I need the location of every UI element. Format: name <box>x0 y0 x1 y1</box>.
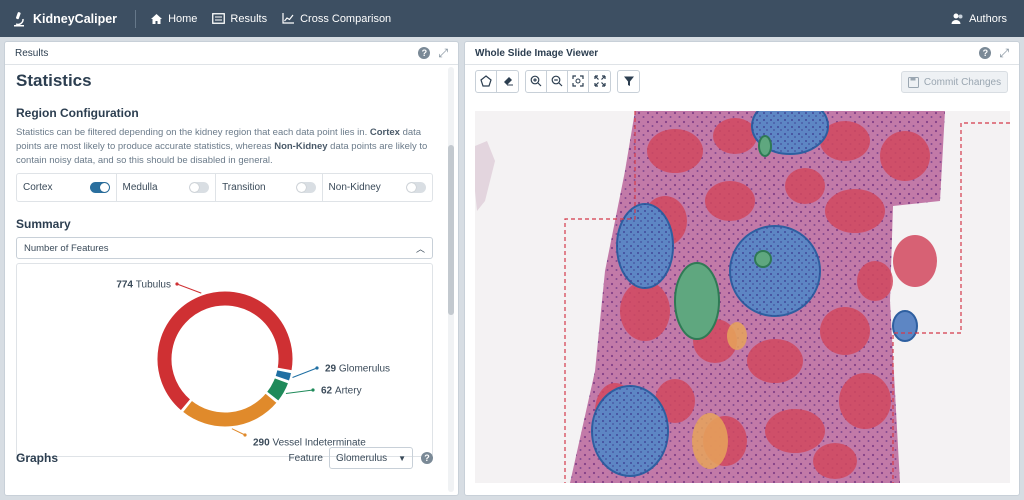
top-navbar: KidneyCaliper Home Results Cross Compari… <box>0 0 1024 37</box>
polygon-tool-button[interactable] <box>476 70 497 92</box>
scrollbar-thumb[interactable] <box>448 145 454 315</box>
zoom-tools <box>525 69 611 93</box>
summary-select-value: Number of Features <box>24 242 109 254</box>
annotation-tools <box>475 69 519 93</box>
results-panel-header: Results ? ⤢ <box>5 42 458 65</box>
region-cortex: Cortex <box>17 174 117 201</box>
graphs-title: Graphs <box>16 451 59 465</box>
page-title: Statistics <box>16 71 92 90</box>
donut-slice-vessel-indeterminate[interactable] <box>181 392 278 428</box>
viewer-toolbar: Commit Changes <box>465 65 1019 97</box>
expand-icon[interactable]: ⤢ <box>438 47 448 59</box>
viewer-help-icon[interactable]: ? <box>979 47 992 59</box>
nav-results[interactable]: Results <box>212 13 267 25</box>
eraser-icon <box>503 77 513 86</box>
feature-label: Feature <box>288 452 323 464</box>
cortex-toggle[interactable] <box>89 182 110 193</box>
results-panel-body: Statistics Region Configuration Statisti… <box>5 65 458 495</box>
donut-label-glomerulus: 29 Glomerulus <box>325 364 390 375</box>
medulla-toggle[interactable] <box>189 182 210 193</box>
donut-chart: 774 Tubulus29 Glomerulus62 Artery290 Ves… <box>116 280 390 449</box>
nav-authors[interactable]: Authors <box>951 13 1007 25</box>
leader-line <box>176 283 202 294</box>
wsi-viewer-header: Whole Slide Image Viewer ? ⤢ <box>465 42 1019 65</box>
results-icon <box>212 13 226 24</box>
microscope-icon <box>14 11 24 26</box>
nav-home-label: Home <box>168 12 198 25</box>
leader-line <box>285 389 314 394</box>
commit-changes-label: Commit Changes <box>923 76 1002 88</box>
region-non-kidney-label: Non-Kidney <box>328 182 381 193</box>
region-transition-label: Transition <box>222 182 266 193</box>
wsi-viewer-panel: Whole Slide Image Viewer ? ⤢ Commit Chan… <box>464 41 1020 496</box>
region-cortex-label: Cortex <box>23 182 53 193</box>
desc-text-1: Statistics can be filtered depending on … <box>16 127 368 138</box>
zoom-out-icon <box>551 75 563 87</box>
nav-results-label: Results <box>230 12 268 25</box>
whole-slide-image[interactable] <box>475 111 1010 483</box>
leader-dot <box>315 366 319 370</box>
commit-changes-button[interactable]: Commit Changes <box>901 71 1008 93</box>
results-panel: Results ? ⤢ Statistics Region Configurat… <box>4 41 459 496</box>
desc-bold-cortex: Cortex <box>369 127 400 138</box>
region-transition: Transition <box>216 174 323 201</box>
desc-bold-non-kidney: Non-Kidney <box>274 141 328 152</box>
home-icon <box>151 13 163 24</box>
donut-label-tubulus: 774 Tubulus <box>116 280 171 291</box>
caret-down-icon: ▼ <box>398 453 406 463</box>
chevron-up-icon: ︿ <box>415 243 425 254</box>
brand[interactable]: KidneyCaliper <box>11 11 117 27</box>
leader-dot <box>311 388 315 392</box>
wsi-viewer-title: Whole Slide Image Viewer <box>475 47 599 59</box>
summary-title: Summary <box>16 217 71 231</box>
app-name: KidneyCaliper <box>33 11 118 26</box>
region-toggles: Cortex Medulla Transition Non-Kidney <box>16 173 433 202</box>
feature-select[interactable]: Glomerulus ▼ <box>329 447 413 469</box>
feature-help-icon[interactable]: ? <box>421 452 433 464</box>
zoom-in-icon <box>530 75 542 87</box>
filter-tools <box>617 69 640 93</box>
region-medulla: Medulla <box>117 174 217 201</box>
filter-button[interactable] <box>618 71 639 92</box>
results-panel-title: Results <box>15 47 49 59</box>
nav-authors-label: Authors <box>969 12 1007 25</box>
zoom-in-button[interactable] <box>526 70 547 92</box>
chart-icon <box>282 13 295 24</box>
leader-dot <box>243 433 247 437</box>
polygon-icon <box>480 75 492 87</box>
region-configuration-title: Region Configuration <box>16 106 139 120</box>
nav-home[interactable]: Home <box>150 13 197 25</box>
fullscreen-button[interactable] <box>589 71 610 92</box>
graphs-row: Graphs Feature Glomerulus ▼ ? <box>16 446 433 470</box>
nav-divider <box>135 9 137 28</box>
region-medulla-label: Medulla <box>122 182 158 193</box>
region-description: Statistics can be filtered depending on … <box>16 126 436 168</box>
leader-dot <box>175 282 179 286</box>
transition-toggle[interactable] <box>295 182 316 193</box>
summary-select[interactable]: Number of Features ︿ <box>16 237 433 259</box>
nav-cross-comparison[interactable]: Cross Comparison <box>282 13 391 25</box>
save-icon <box>907 76 919 88</box>
zoom-out-button[interactable] <box>547 70 568 92</box>
leader-line <box>292 367 318 378</box>
nav-cross-comparison-label: Cross Comparison <box>300 12 392 25</box>
fit-view-button[interactable] <box>568 70 589 92</box>
donut-label-artery: 62 Artery <box>321 386 362 397</box>
tissue-image <box>475 111 1010 483</box>
filter-icon <box>623 76 634 86</box>
non-kidney-toggle[interactable] <box>406 182 427 193</box>
fullscreen-icon <box>593 75 606 87</box>
viewer-expand-icon[interactable]: ⤢ <box>999 47 1009 59</box>
feature-select-value: Glomerulus <box>336 452 388 464</box>
leader-line <box>231 428 246 436</box>
users-icon <box>951 13 963 24</box>
eraser-tool-button[interactable] <box>497 71 518 92</box>
help-icon[interactable]: ? <box>418 47 431 59</box>
fit-view-icon <box>572 75 584 87</box>
region-non-kidney: Non-Kidney <box>323 174 432 201</box>
summary-chart: 774 Tubulus 29 Glomerulus 62 Artery 290 Ves… <box>16 263 433 457</box>
